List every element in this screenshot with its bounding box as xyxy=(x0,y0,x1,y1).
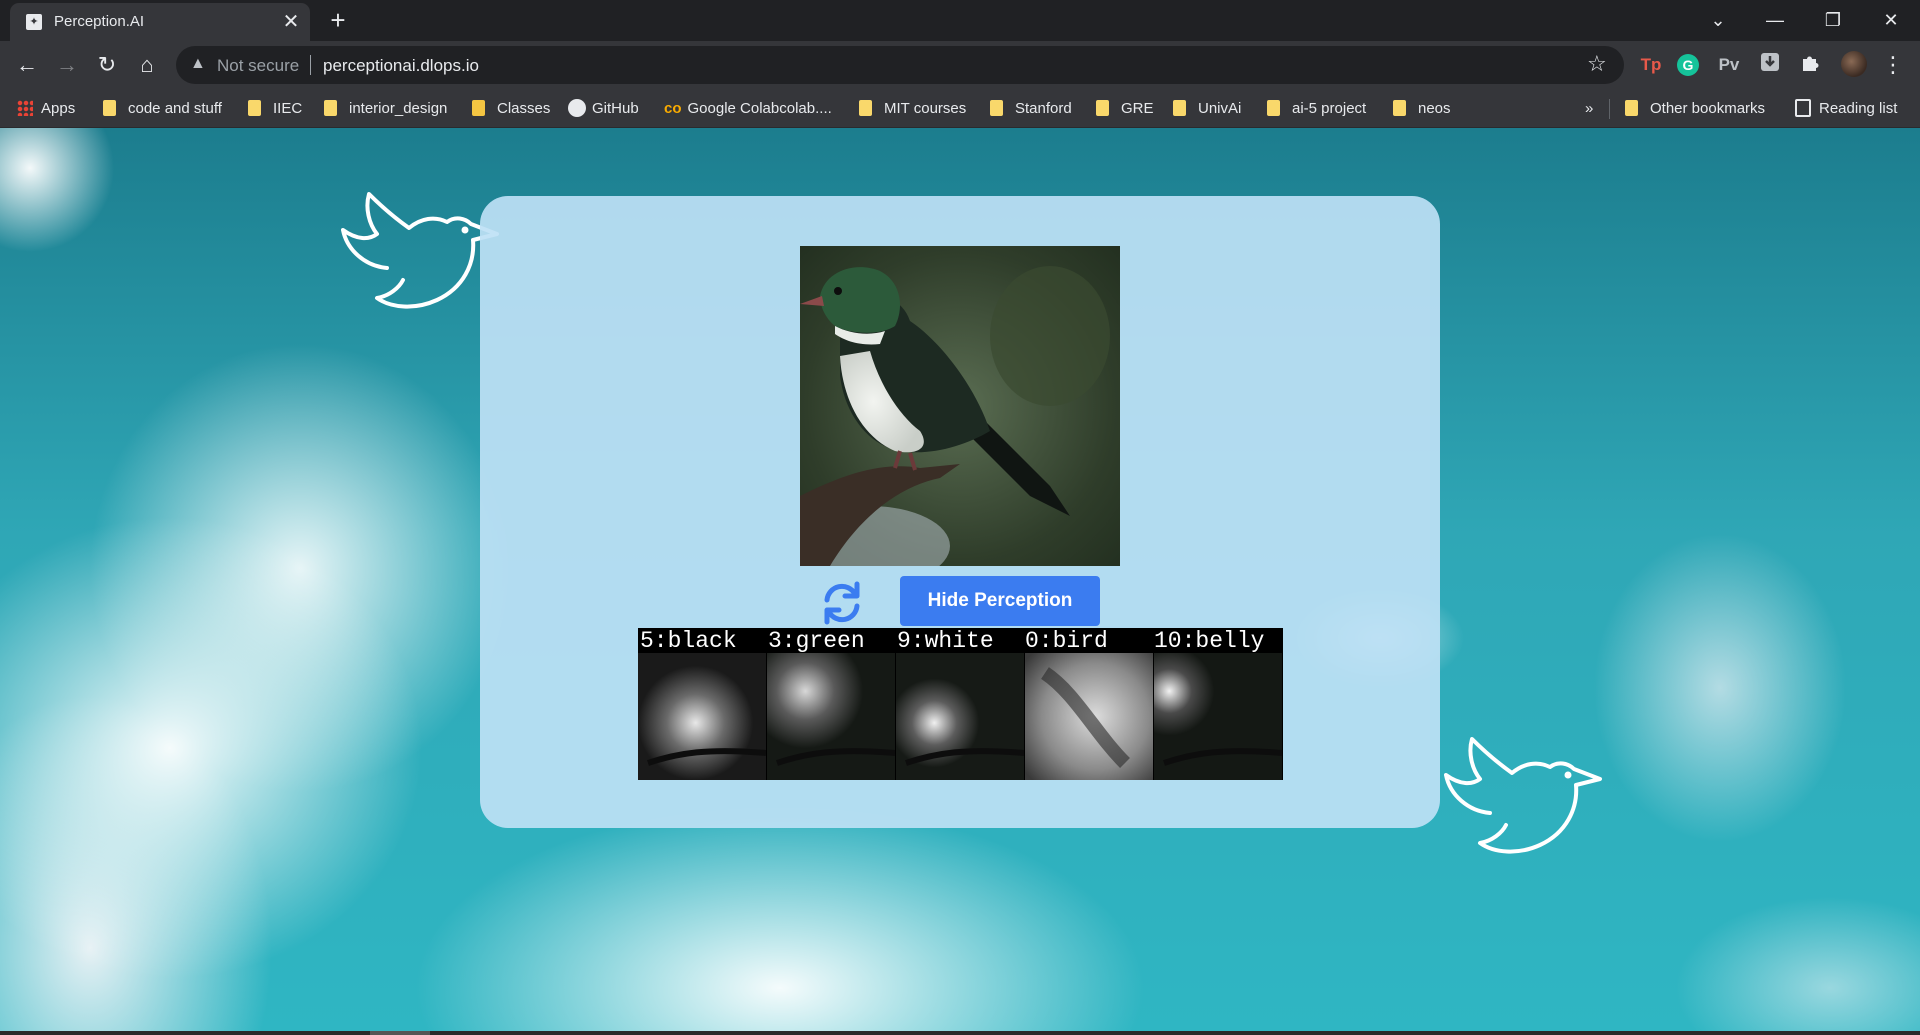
attention-map-image xyxy=(1025,653,1153,780)
folder-icon xyxy=(324,100,337,116)
folder-icon xyxy=(1625,100,1638,116)
folder-icon xyxy=(990,100,1003,116)
perception-label: 0:bird xyxy=(1025,628,1108,654)
not-secure-label[interactable]: Not secure xyxy=(217,56,299,76)
bookmark-label: Other bookmarks xyxy=(1650,100,1766,117)
bookmark-folder[interactable]: GRE xyxy=(1096,98,1154,120)
tab-search-icon[interactable]: ⌄ xyxy=(1695,4,1741,36)
bookmark-folder[interactable]: IIEC xyxy=(248,98,302,120)
page-viewport: Hide Perception 5:black 3:green 9:white … xyxy=(0,128,1920,1031)
extensions-puzzle-icon[interactable] xyxy=(1796,51,1824,79)
reload-icon[interactable]: ↻ xyxy=(91,49,123,81)
minimize-icon[interactable]: — xyxy=(1752,4,1798,36)
bookmark-other[interactable]: Other bookmarks xyxy=(1625,98,1765,120)
bookmarks-divider xyxy=(1609,99,1610,119)
bookmark-label: Stanford xyxy=(1015,100,1072,117)
attention-map-image xyxy=(896,653,1024,780)
extension-tp-icon[interactable]: Tp xyxy=(1637,51,1665,79)
bookmark-folder[interactable]: MIT courses xyxy=(859,98,966,120)
download-extension-icon[interactable] xyxy=(1756,51,1784,79)
bookmark-apps[interactable]: Apps xyxy=(17,98,75,120)
dove-icon xyxy=(1444,737,1602,854)
bookmark-label: MIT courses xyxy=(884,100,967,117)
perception-label: 5:black xyxy=(640,628,737,654)
bookmark-label: Classes xyxy=(497,100,551,117)
bookmark-label: Google Colabcolab.... xyxy=(687,100,832,117)
refresh-icon[interactable] xyxy=(821,580,863,626)
folder-icon xyxy=(1267,100,1280,116)
tab-title: Perception.AI xyxy=(54,13,145,30)
colab-icon: co xyxy=(664,100,682,117)
classroom-icon xyxy=(472,100,485,116)
perception-strip: 5:black 3:green 9:white 0:bird 10:belly xyxy=(638,628,1283,780)
bookmark-folder[interactable]: interior_design xyxy=(324,98,447,120)
extension-pv-icon[interactable]: Pv xyxy=(1715,51,1743,79)
perception-card: Hide Perception 5:black 3:green 9:white … xyxy=(480,196,1440,828)
bookmark-github[interactable]: GitHub xyxy=(568,98,639,120)
bookmark-label: IIEC xyxy=(273,100,303,117)
grammarly-icon[interactable]: G xyxy=(1677,54,1699,76)
forward-icon[interactable]: → xyxy=(51,49,83,81)
folder-icon xyxy=(1173,100,1186,116)
attention-map-image xyxy=(638,653,766,780)
bookmarks-overflow-button[interactable]: » xyxy=(1585,98,1593,120)
folder-icon xyxy=(1096,100,1109,116)
bookmark-star-icon[interactable]: ☆ xyxy=(1587,51,1607,77)
bookmark-folder[interactable]: ai-5 project xyxy=(1267,98,1366,120)
warning-icon[interactable]: ▲ xyxy=(190,55,206,73)
attention-map-image xyxy=(1154,653,1282,780)
close-window-icon[interactable]: ✕ xyxy=(1868,4,1914,36)
bookmark-folder[interactable]: Stanford xyxy=(990,98,1072,120)
bird-photo xyxy=(800,246,1120,566)
new-tab-button[interactable]: + xyxy=(324,6,352,34)
address-divider xyxy=(310,55,311,75)
bookmark-label: interior_design xyxy=(349,100,448,117)
bookmark-classes[interactable]: Classes xyxy=(472,98,550,120)
bookmark-colab[interactable]: co Google Colabcolab.... xyxy=(664,98,832,120)
perception-label: 9:white xyxy=(897,628,994,654)
reading-list-icon xyxy=(1795,99,1811,117)
bookmark-label: ai-5 project xyxy=(1292,100,1367,117)
tab-strip: ✦ Perception.AI ✕ + ⌄ — ❐ ✕ xyxy=(0,0,1920,41)
back-icon[interactable]: ← xyxy=(11,49,43,81)
bookmark-folder[interactable]: neos xyxy=(1393,98,1451,120)
home-icon[interactable]: ⌂ xyxy=(131,49,163,81)
dove-icon xyxy=(341,192,499,309)
bookmark-label: GRE xyxy=(1121,100,1154,117)
attention-map-image xyxy=(767,653,895,780)
folder-icon xyxy=(1393,100,1406,116)
bookmark-label: neos xyxy=(1418,100,1451,117)
bookmark-label: Apps xyxy=(41,100,76,117)
bookmarks-bar: Apps code and stuff IIEC interior_design… xyxy=(0,89,1920,128)
bookmark-folder[interactable]: UnivAi xyxy=(1173,98,1241,120)
reading-list[interactable]: Reading list xyxy=(1795,98,1897,120)
site-favicon-icon: ✦ xyxy=(26,14,42,30)
close-tab-icon[interactable]: ✕ xyxy=(280,11,302,33)
apps-grid-icon xyxy=(17,100,33,116)
bookmark-label: UnivAi xyxy=(1198,100,1242,117)
folder-icon xyxy=(859,100,872,116)
horizontal-scrollbar[interactable] xyxy=(0,1031,1920,1035)
browser-toolbar: ← → ↻ ⌂ ▲ Not secure perceptionai.dlops.… xyxy=(0,41,1920,89)
perception-label: 10:belly xyxy=(1154,628,1265,654)
hide-perception-button[interactable]: Hide Perception xyxy=(900,576,1100,626)
bookmark-folder[interactable]: code and stuff xyxy=(103,98,222,120)
restore-icon[interactable]: ❐ xyxy=(1810,4,1856,36)
bookmark-label: code and stuff xyxy=(128,100,222,117)
url-text[interactable]: perceptionai.dlops.io xyxy=(323,56,479,76)
profile-avatar[interactable] xyxy=(1841,51,1867,77)
perception-label: 3:green xyxy=(768,628,865,654)
tab-perception-ai[interactable]: ✦ Perception.AI ✕ xyxy=(10,3,310,41)
folder-icon xyxy=(248,100,261,116)
more-menu-icon[interactable]: ⋮ xyxy=(1877,49,1909,81)
bookmark-label: Reading list xyxy=(1819,100,1898,117)
bookmark-label: GitHub xyxy=(592,100,639,117)
address-bar[interactable]: ▲ Not secure perceptionai.dlops.io ☆ xyxy=(176,46,1624,84)
folder-icon xyxy=(103,100,116,116)
github-icon xyxy=(568,99,586,117)
scrollbar-thumb[interactable] xyxy=(370,1031,430,1035)
